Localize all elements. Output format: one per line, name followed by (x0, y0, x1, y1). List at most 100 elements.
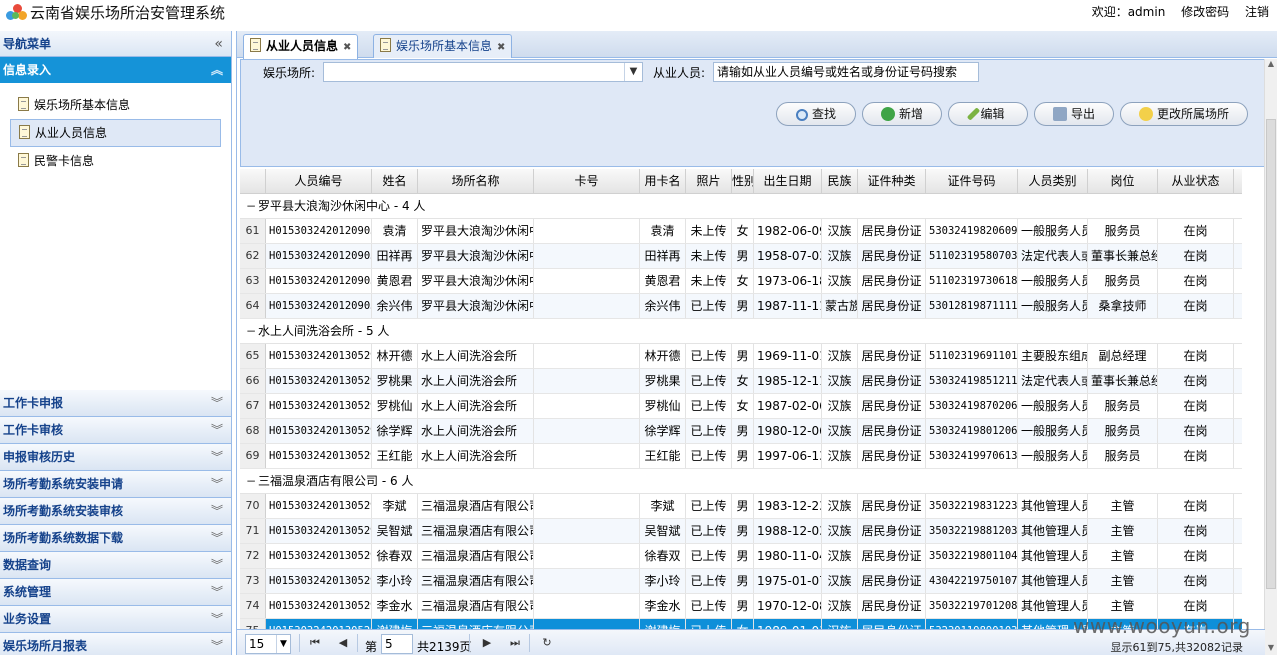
first-page-icon[interactable]: ⏮ (307, 634, 323, 652)
scroll-up-icon[interactable]: ▲ (1265, 59, 1277, 71)
scroll-down-icon[interactable]: ▼ (1265, 643, 1277, 655)
last-page-icon[interactable]: ⏭ (507, 634, 523, 652)
chevron-down-icon[interactable]: ︾ (211, 552, 223, 578)
column-header-id-type[interactable]: 证件种类 (858, 169, 926, 193)
table-row[interactable]: 61H01530324201209031袁清罗平县大浪淘沙休闲中心袁清未上传女1… (240, 219, 1242, 244)
chevron-up-icon[interactable]: ︽ (211, 57, 223, 83)
column-header-id-number[interactable]: 证件号码 (926, 169, 1018, 193)
close-icon[interactable]: ✖ (343, 42, 351, 53)
group-row[interactable]: − 三福温泉酒店有限公司 - 6 人 (240, 469, 1242, 494)
collapse-group-icon[interactable]: − (246, 469, 258, 493)
table-row[interactable]: 66 H01530324201305292 罗桃果 水上人间洗浴会所 罗桃果 已上传女 19… (240, 369, 1242, 394)
scroll-thumb[interactable] (1266, 119, 1276, 589)
close-icon[interactable]: ✖ (497, 42, 505, 53)
edit-button[interactable]: 编辑 (948, 102, 1028, 126)
section-label: 系统管理 (3, 585, 52, 599)
tab-employee-info[interactable]: 从业人员信息 ✖ (243, 34, 359, 59)
table-row[interactable]: 69 H01530324201305295 王红能 水上人间洗浴会所 王红能 已上传男 19… (240, 444, 1242, 469)
cell-row-number: 73 (240, 569, 266, 593)
section-attendance-download[interactable]: 场所考勤系统数据下载 ︾ (0, 525, 231, 552)
column-header-birth-date[interactable]: 出生日期 (754, 169, 822, 193)
column-header-photo[interactable]: 照片 (686, 169, 732, 193)
table-row[interactable]: 70 H01530324201305296 李斌 三福温泉酒店有限公司 李斌 已上传男 19… (240, 494, 1242, 519)
page-size-select[interactable]: 15 ▼ (245, 634, 291, 654)
table-row[interactable]: 71 H01530324201305297 吴智斌 三福温泉酒店有限公司 吴智斌 已上传男… (240, 519, 1242, 544)
column-header-card-name[interactable]: 用卡名 (640, 169, 686, 193)
tree-item-police-card[interactable]: 民警卡信息 (10, 147, 221, 175)
table-row[interactable]: 63H01530324201209033黄恩君罗平县大浪淘沙休闲中心黄恩君未上传… (240, 269, 1242, 294)
table-row[interactable]: 68 H01530324201305294 徐学辉 水上人间洗浴会所 徐学辉 已上传男 19… (240, 419, 1242, 444)
section-system-admin[interactable]: 系统管理 ︾ (0, 579, 231, 606)
table-row[interactable]: 62H01530324201209032田祥再罗平县大浪淘沙休闲中心田祥再未上传… (240, 244, 1242, 269)
chevron-down-icon[interactable]: ︾ (211, 579, 223, 605)
section-work-card-declare[interactable]: 工作卡申报 ︾ (0, 390, 231, 417)
cell-ethnicity: 汉族 (822, 444, 858, 468)
section-business-settings[interactable]: 业务设置 ︾ (0, 606, 231, 633)
collapse-group-icon[interactable]: − (246, 194, 258, 218)
page-number-input[interactable]: 5 (381, 634, 413, 654)
next-page-icon[interactable]: ▶ (479, 634, 495, 652)
search-button[interactable]: 查找 (776, 102, 856, 126)
column-header-work-status[interactable]: 从业状态 (1158, 169, 1234, 193)
column-header-staff-category[interactable]: 人员类别 (1018, 169, 1088, 193)
chevron-down-icon[interactable]: ︾ (211, 525, 223, 551)
cell-staff-category: 法定代表人或主要负责人 (1018, 244, 1088, 268)
cell-photo: 已上传 (686, 394, 732, 418)
column-header-position[interactable]: 岗位 (1088, 169, 1158, 193)
cell-staff-category: 一般服务人员 (1018, 394, 1088, 418)
add-button[interactable]: 新增 (862, 102, 942, 126)
column-header-card-number[interactable]: 卡号 (534, 169, 640, 193)
chevron-down-icon[interactable]: ︾ (211, 444, 223, 470)
section-review-history[interactable]: 申报审核历史 ︾ (0, 444, 231, 471)
table-row[interactable]: 64H01530324201209034余兴伟罗平县大浪淘沙休闲中心余兴伟已上传… (240, 294, 1242, 319)
cell-name: 吴智斌 (372, 519, 418, 543)
chevron-down-icon[interactable]: ︾ (211, 471, 223, 497)
vertical-scrollbar[interactable]: ▲ ▼ (1264, 59, 1277, 655)
cell-staff-category: 其他管理人员 (1018, 569, 1088, 593)
table-row[interactable]: 67 H01530324201305293 罗桃仙 水上人间洗浴会所 罗桃仙 已上传女 19… (240, 394, 1242, 419)
section-work-card-review[interactable]: 工作卡审核 ︾ (0, 417, 231, 444)
chevron-down-icon[interactable]: ▼ (276, 635, 290, 653)
column-header-ethnicity[interactable]: 民族 (822, 169, 858, 193)
chevron-down-icon[interactable]: ▼ (624, 63, 642, 81)
section-attendance-install-apply[interactable]: 场所考勤系统安装申请 ︾ (0, 471, 231, 498)
group-row[interactable]: − 罗平县大浪淘沙休闲中心 - 4 人 (240, 194, 1242, 219)
column-header-venue-name[interactable]: 场所名称 (418, 169, 534, 193)
plus-icon (880, 107, 895, 121)
table-row[interactable]: 72 H01530324201305298 徐春双 三福温泉酒店有限公司 徐春双 已上传男… (240, 544, 1242, 569)
collapse-sidebar-icon[interactable]: « (214, 31, 223, 57)
column-header-employee-id[interactable]: 人员编号 (266, 169, 372, 193)
chevron-down-icon[interactable]: ︾ (211, 417, 223, 443)
tree-item-venue-info[interactable]: 娱乐场所基本信息 (10, 91, 221, 119)
cell-staff-category: 其他管理人员 (1018, 544, 1088, 568)
column-header-name[interactable]: 姓名 (372, 169, 418, 193)
column-header-row-number[interactable] (240, 169, 266, 193)
employee-search-input[interactable]: 请输如从业人员编号或姓名或身份证号码搜索 (713, 62, 979, 82)
chevron-down-icon[interactable]: ︾ (211, 606, 223, 632)
prev-page-icon[interactable]: ◀ (335, 634, 351, 652)
chevron-down-icon[interactable]: ︾ (211, 390, 223, 416)
export-button[interactable]: 导出 (1034, 102, 1114, 126)
group-row[interactable]: − 水上人间洗浴会所 - 5 人 (240, 319, 1242, 344)
collapse-group-icon[interactable]: − (246, 319, 258, 343)
tab-venue-info[interactable]: 娱乐场所基本信息 ✖ (373, 34, 513, 58)
section-monthly-report[interactable]: 娱乐场所月报表 ︾ (0, 633, 231, 655)
section-info-entry[interactable]: 信息录入 ︽ (0, 57, 231, 83)
table-row[interactable]: 65 H01530324201305291 林开德 水上人间洗浴会所 林开德 已上传男 19… (240, 344, 1242, 369)
section-attendance-install-review[interactable]: 场所考勤系统安装审核 ︾ (0, 498, 231, 525)
chevron-down-icon[interactable]: ︾ (211, 633, 223, 655)
cell-birth-date: 1975-01-07 (754, 569, 822, 593)
tree-item-employee-info[interactable]: 从业人员信息 (10, 119, 221, 147)
cell-employee-id: H01530324201305297 (266, 519, 372, 543)
change-venue-button[interactable]: 更改所属场所 (1120, 102, 1248, 126)
logout-link[interactable]: 注销 (1245, 5, 1269, 19)
refresh-icon[interactable]: ↻ (539, 634, 555, 652)
cell-name: 李斌 (372, 494, 418, 518)
venue-select[interactable]: ▼ (323, 62, 643, 82)
column-header-gender[interactable]: 性别 (732, 169, 754, 193)
table-row[interactable]: 73 H01530324201305299 李小玲 三福温泉酒店有限公司 李小玲 已上传男… (240, 569, 1242, 594)
chevron-down-icon[interactable]: ︾ (211, 498, 223, 524)
change-password-link[interactable]: 修改密码 (1181, 5, 1229, 19)
cell-birth-date: 1980-12-06 (754, 419, 822, 443)
section-data-query[interactable]: 数据查询 ︾ (0, 552, 231, 579)
